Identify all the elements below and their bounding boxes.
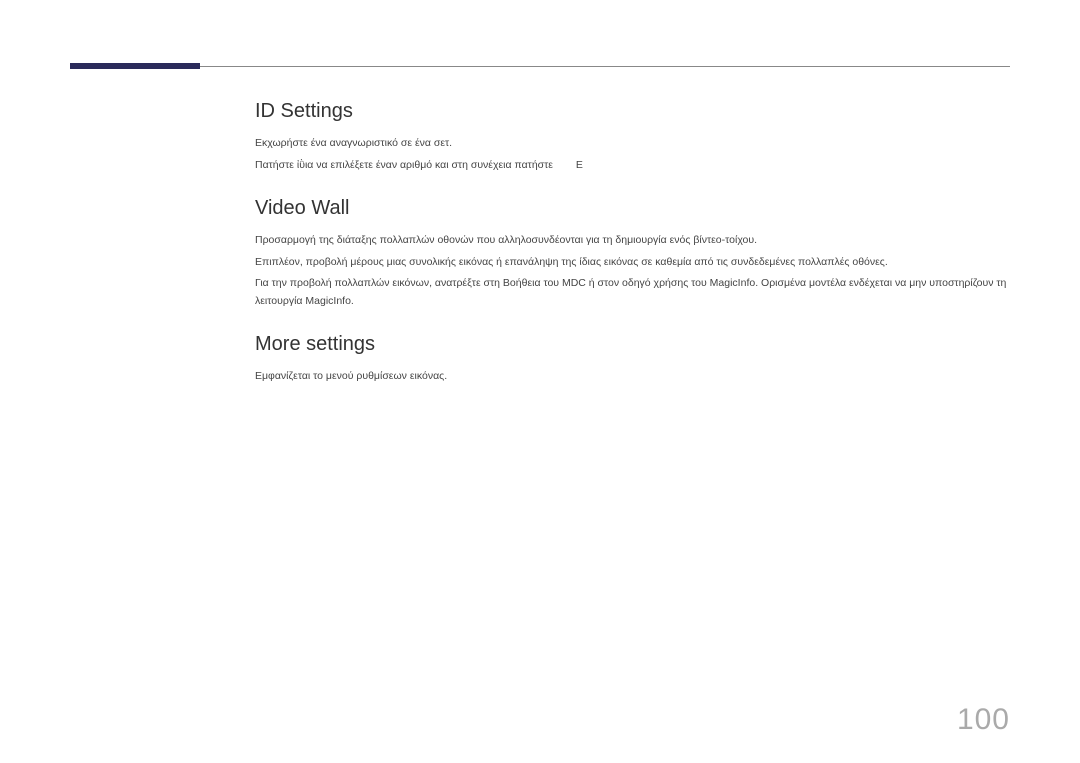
video-wall-text-1: Προσαρμογή της διάταξης πολλαπλών οθονών… bbox=[255, 232, 1010, 250]
page-number: 100 bbox=[957, 703, 1010, 737]
id-settings-heading: ID Settings bbox=[255, 100, 1010, 123]
id-settings-text-1: Εκχωρήστε ένα αναγνωριστικό σε ένα σετ. bbox=[255, 135, 1010, 153]
main-content: ID Settings Εκχωρήστε ένα αναγνωριστικό … bbox=[255, 100, 1010, 390]
video-wall-text-3: Για την προβολή πολλαπλών εικόνων, ανατρ… bbox=[255, 275, 1010, 311]
video-wall-text-2: Επιπλέον, προβολή μέρους μιας συνολικής … bbox=[255, 254, 1010, 272]
accent-bar bbox=[70, 63, 200, 69]
video-wall-heading: Video Wall bbox=[255, 197, 1010, 220]
id-settings-text-2a: Πατήστε ἰῢια να επιλέξετε έναν αριθμό κα… bbox=[255, 159, 553, 171]
top-rule bbox=[70, 66, 1010, 67]
more-settings-text-1: Εμφανίζεται το μενού ρυθμίσεων εικόνας. bbox=[255, 368, 1010, 386]
more-settings-heading: More settings bbox=[255, 333, 1010, 356]
id-settings-text-2: Πατήστε ἰῢια να επιλέξετε έναν αριθμό κα… bbox=[255, 157, 1010, 175]
id-settings-text-2b: E bbox=[576, 159, 583, 171]
